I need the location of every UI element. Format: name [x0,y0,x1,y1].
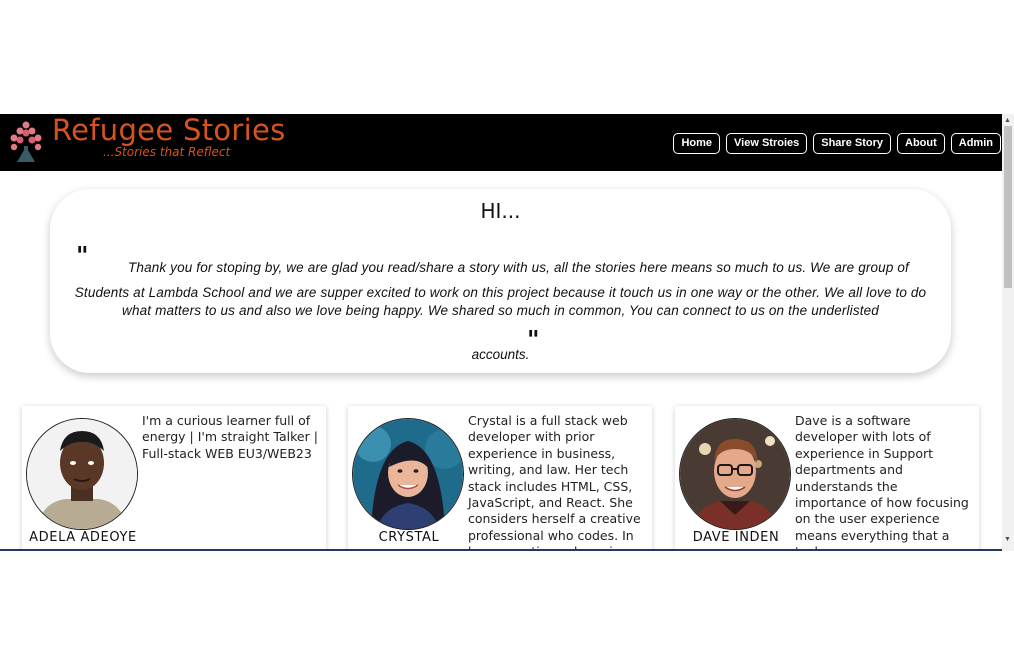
main-nav: Home View Stroies Share Story About Admi… [673,133,1001,154]
nav-view-stories-button[interactable]: View Stroies [726,133,808,154]
arrow-up-icon[interactable]: ▲ [1004,117,1011,124]
member-bio: Crystal is a full stack web developer wi… [468,413,641,551]
arrow-down-icon[interactable]: ▼ [1004,536,1011,543]
member-card: ADELA ADEOYE I'm a curious learner full … [22,406,326,551]
person-portrait-icon [352,418,464,530]
member-name: ADELA ADEOYE [29,530,137,545]
person-portrait-icon [26,418,138,530]
brand-tagline: ...Stories that Reflect [103,145,231,159]
member-card: CRYSTAL Crystal is a full stack web deve… [348,406,652,551]
nav-admin-button[interactable]: Admin [950,133,1001,154]
nav-about-button[interactable]: About [897,133,945,154]
browser-viewport: Refugee Stories ...Stories that Reflect … [0,114,1014,551]
member-name: CRYSTAL [378,530,440,545]
member-bio: Dave is a software developer with lots o… [795,413,969,551]
intro-text-end: accounts. [471,347,530,362]
intro-card: HI... " Thank you for stoping by, we are… [50,189,951,373]
brand-title[interactable]: Refugee Stories [52,114,286,147]
nav-share-story-button[interactable]: Share Story [813,133,891,154]
member-card: DAVE INDEN Dave is a software developer … [675,406,979,551]
intro-title: HI... [480,199,521,223]
intro-text-line1: Thank you for stoping by, we are glad yo… [128,260,909,275]
site-header: Refugee Stories ...Stories that Reflect … [0,114,1002,171]
scrollbar-thumb[interactable] [1004,126,1012,288]
member-name: DAVE INDEN [692,530,780,545]
tree-logo-icon[interactable] [9,120,43,162]
intro-text-body: Students at Lambda School and we are sup… [74,285,927,318]
vertical-scrollbar[interactable]: ▲ ▼ [1002,114,1014,551]
nav-home-button[interactable]: Home [673,133,721,154]
footer-divider [0,549,1002,551]
intro-text: Thank you for stoping by, we are glad yo… [60,259,941,320]
person-portrait-icon [679,418,791,530]
member-bio: I'm a curious learner full of energy | I… [142,413,318,461]
